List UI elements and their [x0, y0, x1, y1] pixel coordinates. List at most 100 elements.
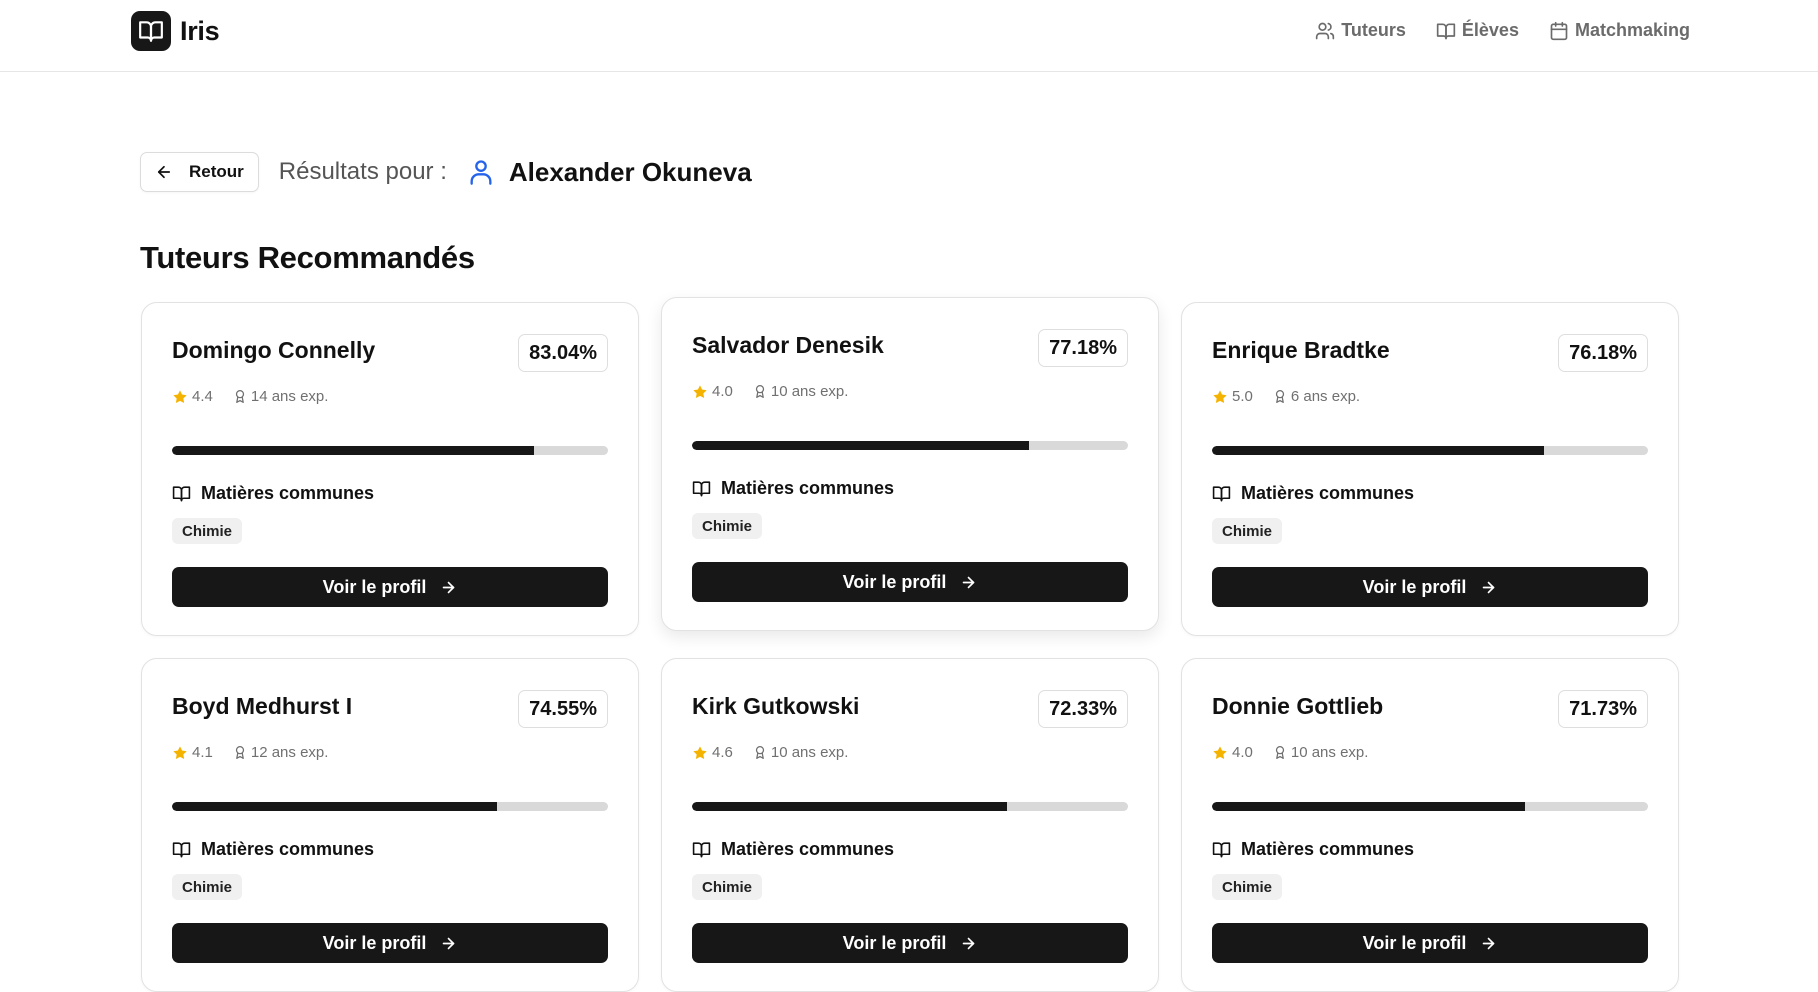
book-icon [1212, 842, 1231, 858]
results-label: Résultats pour : [278, 158, 447, 185]
subjects-heading-label: Matières communes [1241, 483, 1415, 503]
rating-value: 4.4 [192, 388, 213, 405]
tutor-name: Domingo Connelly [172, 337, 376, 363]
arrow-left-icon [157, 165, 171, 179]
view-profile-label: Voir le profil [322, 932, 427, 953]
award-icon [755, 746, 765, 759]
view-profile-button[interactable]: Voir le profil [172, 567, 608, 607]
experience-value: 14 ans exp. [250, 388, 329, 405]
match-score-badge: 77.18% [1038, 329, 1128, 367]
subjects-heading-label: Matières communes [201, 483, 375, 503]
subjects-heading: Matières communes [1212, 839, 1414, 860]
match-score-badge: 83.04% [518, 334, 608, 372]
book-icon [1212, 486, 1231, 502]
book-icon [1436, 23, 1456, 39]
nav-item-matchmaking[interactable]: Matchmaking [1549, 20, 1690, 41]
view-profile-button[interactable]: Voir le profil [1212, 923, 1648, 963]
user-icon [467, 157, 495, 187]
tutor-card: Kirk Gutkowski 72.33% 4.6 10 ans exp. Ma… [661, 658, 1159, 992]
back-button[interactable]: Retour [140, 152, 259, 192]
view-profile-button[interactable]: Voir le profil [692, 923, 1128, 963]
award-icon [235, 746, 245, 759]
tutor-meta: 4.0 10 ans exp. [1212, 744, 1368, 761]
calendar-icon [1550, 21, 1568, 40]
student-name: Alexander Okuneva [508, 156, 752, 187]
experience: 10 ans exp. [1273, 744, 1369, 761]
view-profile-label: Voir le profil [842, 571, 947, 592]
view-profile-button[interactable]: Voir le profil [692, 562, 1128, 602]
view-profile-label: Voir le profil [842, 932, 947, 953]
arrow-right-icon [1483, 581, 1495, 593]
tutor-card: Donnie Gottlieb 71.73% 4.0 10 ans exp. M… [1181, 658, 1679, 992]
tutor-name: Kirk Gutkowski [692, 693, 860, 719]
top-header: Iris Tuteurs Élèves Matchmaking [0, 0, 1818, 72]
experience-value: 10 ans exp. [1290, 744, 1369, 761]
rating-value: 5.0 [1232, 388, 1253, 405]
arrow-right-icon [963, 937, 975, 949]
brand-link[interactable]: Iris [131, 11, 220, 51]
book-icon [692, 481, 711, 497]
experience: 10 ans exp. [753, 744, 849, 761]
rating-value: 4.1 [192, 744, 213, 761]
arrow-right-icon [1483, 937, 1495, 949]
tutor-name: Enrique Bradtke [1212, 337, 1390, 363]
experience: 12 ans exp. [233, 744, 328, 761]
award-icon [235, 390, 245, 403]
experience-value: 10 ans exp. [770, 744, 849, 761]
match-progress-bar [1212, 802, 1648, 811]
match-progress-bar [172, 802, 608, 811]
tutor-meta: 4.4 14 ans exp. [172, 388, 328, 405]
tutor-meta: 4.6 10 ans exp. [692, 744, 848, 761]
subject-chip: Chimie [692, 513, 763, 539]
tutor-name: Boyd Medhurst I [172, 693, 353, 719]
subject-chip: Chimie [692, 874, 763, 900]
rating: 5.0 [1212, 388, 1253, 405]
arrow-right-icon [443, 581, 455, 593]
back-label: Retour [189, 162, 244, 181]
nav-item-tuteurs[interactable]: Tuteurs [1315, 20, 1406, 41]
match-progress-bar [1212, 446, 1648, 455]
subjects-heading-label: Matières communes [1241, 839, 1415, 859]
main-nav: Tuteurs Élèves Matchmaking [1285, 20, 1690, 41]
view-profile-button[interactable]: Voir le profil [1212, 567, 1648, 607]
nav-label: Élèves [1461, 20, 1519, 40]
match-score-badge: 76.18% [1558, 334, 1648, 372]
star-icon [1213, 745, 1227, 759]
subjects-heading: Matières communes [1212, 483, 1414, 504]
nav-item-eleves[interactable]: Élèves [1436, 20, 1519, 41]
subjects-heading: Matières communes [692, 478, 894, 499]
view-profile-button[interactable]: Voir le profil [172, 923, 608, 963]
match-progress-fill [692, 802, 1008, 811]
arrow-right-icon [963, 576, 975, 588]
experience: 6 ans exp. [1273, 388, 1360, 405]
view-profile-label: Voir le profil [1362, 932, 1467, 953]
experience: 14 ans exp. [233, 388, 329, 405]
subject-chip: Chimie [1212, 874, 1283, 900]
subjects-heading: Matières communes [172, 483, 374, 504]
subjects-heading-label: Matières communes [721, 839, 895, 859]
subjects-heading: Matières communes [692, 839, 894, 860]
tutor-meta: 4.0 10 ans exp. [692, 383, 848, 400]
match-progress-fill [1212, 446, 1545, 455]
award-icon [1275, 390, 1285, 403]
star-icon [693, 745, 707, 759]
view-profile-label: Voir le profil [322, 576, 427, 597]
tutor-card: Salvador Denesik 77.18% 4.0 10 ans exp. [661, 297, 1159, 631]
star-icon [693, 384, 707, 398]
rating-value: 4.0 [712, 383, 733, 400]
rating: 4.6 [692, 744, 733, 761]
section-title: Tuteurs Recommandés [140, 240, 475, 275]
match-score-badge: 71.73% [1558, 690, 1648, 728]
nav-label: Matchmaking [1574, 20, 1690, 40]
tutor-card: Enrique Bradtke 76.18% 5.0 6 ans exp. Ma… [1181, 302, 1679, 636]
match-score-badge: 74.55% [518, 690, 608, 728]
view-profile-label: Voir le profil [1362, 576, 1467, 597]
tutor-card: Domingo Connelly 83.04% 4.4 14 ans exp. [141, 302, 639, 636]
match-progress-fill [1212, 802, 1525, 811]
experience: 10 ans exp. [753, 383, 848, 400]
open-book-icon [131, 11, 171, 51]
match-progress-fill [172, 446, 535, 455]
match-progress-bar [692, 441, 1128, 450]
book-icon [692, 842, 711, 858]
tutor-name: Salvador Denesik [692, 332, 884, 358]
